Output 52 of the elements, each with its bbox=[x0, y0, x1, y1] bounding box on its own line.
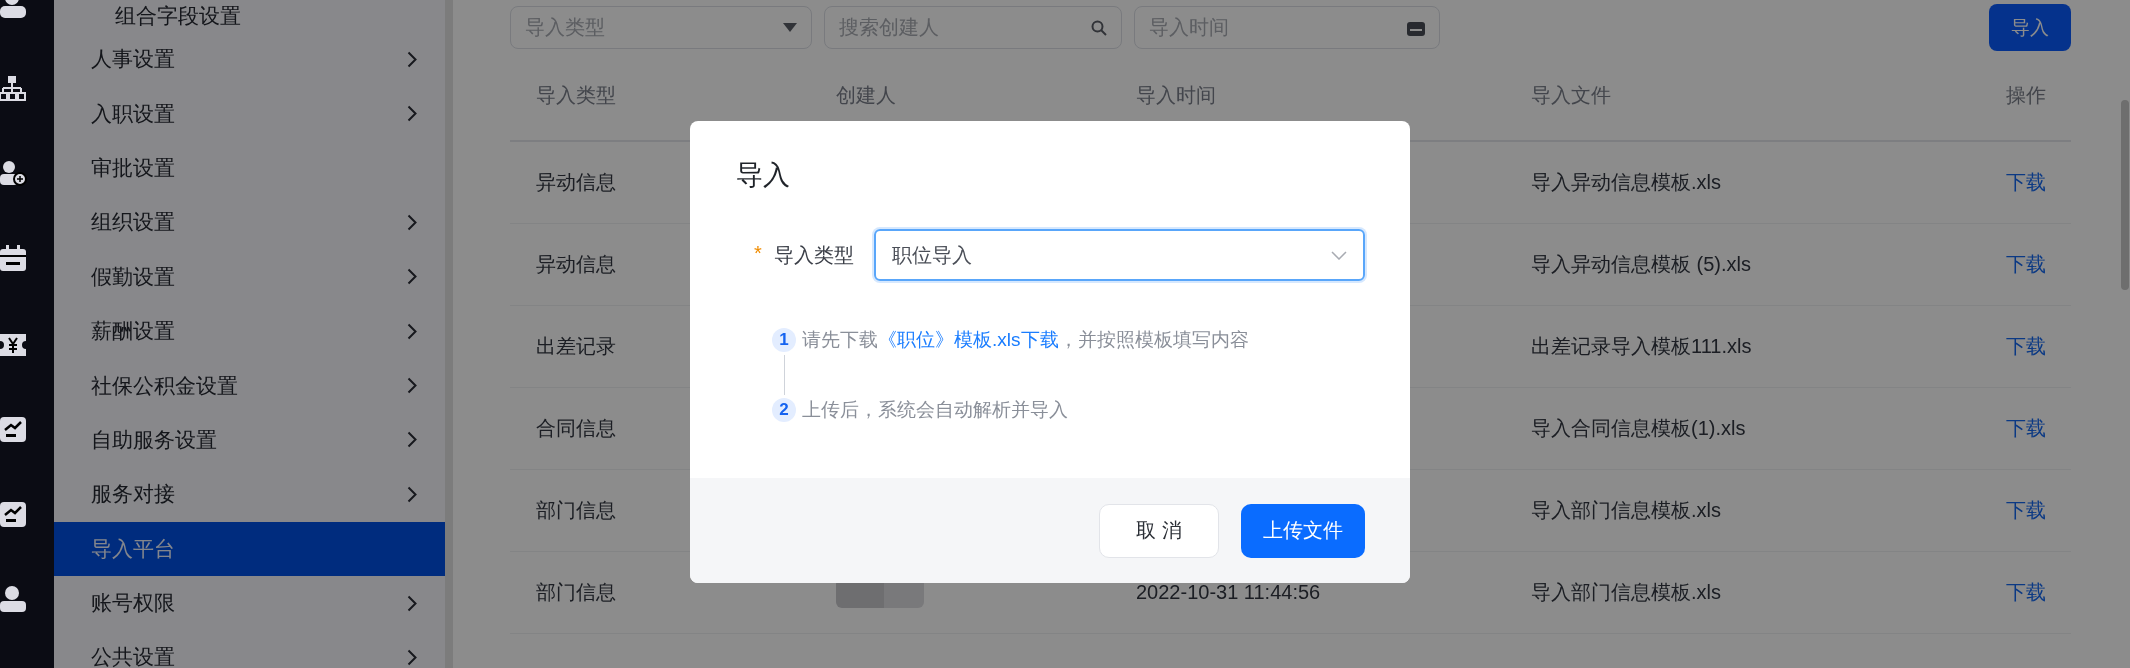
table-cell-text: 导入部门信息模板.xls bbox=[1531, 498, 1721, 523]
column-header: 创建人 bbox=[836, 83, 896, 108]
scrollbar-thumb[interactable] bbox=[2121, 100, 2129, 290]
table-cell: 2022-10-31 11:44:56 bbox=[1136, 581, 1321, 604]
sidebar-item[interactable]: 组织设置 bbox=[54, 195, 445, 250]
table-cell-text: 部门信息 bbox=[536, 498, 616, 523]
table-cell-text: 部门信息 bbox=[536, 580, 616, 605]
table-cell-text: 导入异动信息模板.xls bbox=[1531, 170, 1721, 195]
column-header: 导入文件 bbox=[1531, 83, 1611, 108]
step-number: 2 bbox=[772, 398, 796, 422]
download-link[interactable]: 下载 bbox=[2006, 579, 2046, 606]
sidebar-item[interactable]: 审批设置 bbox=[54, 140, 445, 196]
table-cell-text: 导入部门信息模板.xls bbox=[1531, 580, 1721, 605]
table-cell-text: 合同信息 bbox=[536, 416, 616, 441]
sidebar-item[interactable]: 入职设置 bbox=[54, 86, 445, 141]
import-button[interactable]: 导入 bbox=[1989, 4, 2071, 51]
table-cell-text: 导入异动信息模板 (5).xls bbox=[1531, 252, 1751, 277]
download-link[interactable]: 下载 bbox=[2006, 497, 2046, 524]
sidebar-item[interactable]: 组合字段设置 bbox=[54, 0, 445, 32]
sidebar-item[interactable]: 公共设置 bbox=[54, 630, 445, 668]
table-cell-text: 出差记录 bbox=[536, 334, 616, 359]
sidebar-item[interactable]: 人事设置 bbox=[54, 32, 445, 87]
dialog-title: 导入 bbox=[735, 159, 791, 192]
upload-button[interactable]: 上传文件 bbox=[1241, 503, 1365, 558]
sidebar-item[interactable]: 导入平台 bbox=[54, 521, 445, 576]
download-link[interactable]: 下载 bbox=[2006, 333, 2046, 360]
import-type-select[interactable]: 职位导入 bbox=[873, 229, 1365, 281]
download-link[interactable]: 下载 bbox=[2006, 169, 2046, 196]
table-cell-text: 出差记录导入模板111.xls bbox=[1531, 334, 1752, 359]
sidebar-item[interactable]: 假勤设置 bbox=[54, 249, 445, 304]
step-text: 上传后，系统会自动解析并导入 bbox=[802, 398, 1068, 422]
column-header: 操作 bbox=[2006, 83, 2046, 108]
calendar-icon bbox=[1407, 19, 1425, 36]
sidebar-item[interactable]: 自助服务设置 bbox=[54, 412, 445, 468]
step-number: 1 bbox=[772, 328, 796, 352]
table-cell-text: 导入合同信息模板(1).xls bbox=[1531, 416, 1746, 441]
search-icon bbox=[1091, 19, 1107, 36]
table-cell-text: 异动信息 bbox=[536, 170, 616, 195]
column-header: 导入时间 bbox=[1136, 83, 1216, 108]
sidebar-item[interactable]: 服务对接 bbox=[54, 467, 445, 522]
caret-down-icon bbox=[783, 23, 797, 32]
cancel-button[interactable]: 取 消 bbox=[1099, 503, 1219, 558]
step-text: 请先下载《职位》模板.xls下载，并按照模板填写内容 bbox=[802, 328, 1249, 352]
sidebar-item[interactable]: 薪酬设置 bbox=[54, 303, 445, 359]
column-header: 导入类型 bbox=[536, 83, 616, 108]
download-link[interactable]: 下载 bbox=[2006, 251, 2046, 278]
download-link[interactable]: 下载 bbox=[2006, 415, 2046, 442]
template-download-link[interactable]: 《职位》模板.xls下载 bbox=[878, 329, 1059, 350]
field-label: * 导入类型 bbox=[754, 241, 854, 268]
sidebar-item[interactable]: 社保公积金设置 bbox=[54, 358, 445, 413]
table-cell-text: 异动信息 bbox=[536, 252, 616, 277]
chevron-down-icon bbox=[1331, 250, 1347, 260]
